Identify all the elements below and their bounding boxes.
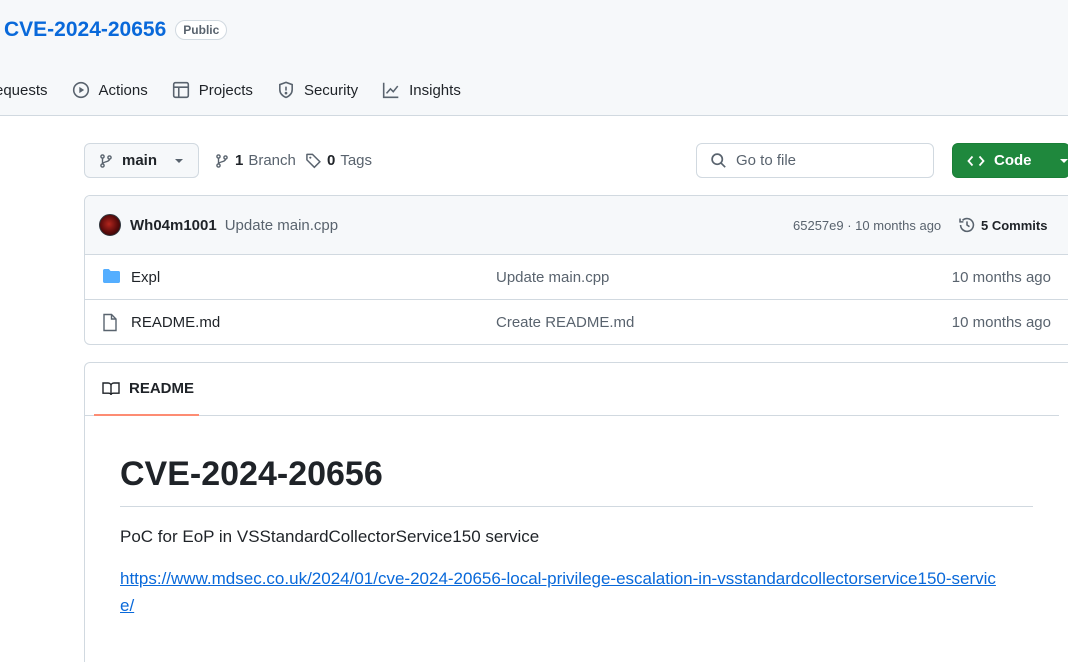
- play-icon: [72, 81, 90, 99]
- visibility-badge: Public: [175, 20, 227, 40]
- file-commit-message[interactable]: Update main.cpp: [496, 269, 609, 286]
- folder-icon: [102, 268, 121, 284]
- code-button[interactable]: Code: [952, 143, 1068, 178]
- tab-readme[interactable]: README: [94, 363, 199, 416]
- latest-commit-row: Wh04m1001 Update main.cpp 65257e9 · 10 m…: [85, 196, 1068, 255]
- commit-hash-time[interactable]: 65257e9 · 10 months ago: [793, 218, 941, 233]
- tab-projects-label: Projects: [199, 82, 253, 99]
- code-button-label: Code: [994, 152, 1032, 169]
- file-name[interactable]: Expl: [131, 269, 160, 286]
- readme-link[interactable]: https://www.mdsec.co.uk/2024/01/cve-2024…: [120, 565, 1000, 619]
- file-date: 10 months ago: [952, 314, 1051, 331]
- repo-header: CVE-2024-20656 Public equests Actions Pr…: [0, 0, 1068, 116]
- commits-count-label: 5 Commits: [981, 218, 1047, 233]
- branch-label: Branch: [248, 152, 296, 169]
- tab-projects[interactable]: Projects: [172, 72, 253, 108]
- commit-author[interactable]: Wh04m1001: [130, 217, 217, 234]
- avatar[interactable]: [99, 214, 121, 236]
- tab-insights[interactable]: Insights: [382, 72, 461, 108]
- file-commit-message[interactable]: Create README.md: [496, 314, 634, 331]
- caret-down-icon: [174, 158, 184, 164]
- readme-panel: README CVE-2024-20656 PoC for EoP in VSS…: [84, 362, 1068, 662]
- tags-link[interactable]: 0 Tags: [305, 143, 372, 178]
- table-row[interactable]: README.md Create README.md 10 months ago: [85, 300, 1068, 345]
- tab-security[interactable]: Security: [277, 72, 358, 108]
- tag-label: Tags: [340, 152, 372, 169]
- search-icon: [710, 152, 727, 169]
- code-icon: [967, 154, 985, 168]
- shield-icon: [277, 81, 295, 99]
- readme-tab-label: README: [129, 380, 194, 397]
- repo-name-link[interactable]: CVE-2024-20656: [4, 18, 166, 42]
- branch-name: main: [122, 152, 157, 169]
- branch-select-button[interactable]: main: [84, 143, 199, 178]
- branch-icon: [98, 153, 114, 169]
- file-name[interactable]: README.md: [131, 314, 220, 331]
- readme-heading: CVE-2024-20656: [120, 452, 1033, 507]
- tag-icon: [305, 152, 322, 169]
- branch-count: 1: [235, 152, 243, 169]
- tab-pull-requests[interactable]: equests: [0, 72, 48, 108]
- repo-title: CVE-2024-20656 Public: [4, 16, 227, 44]
- table-icon: [172, 81, 190, 99]
- tab-actions-label: Actions: [99, 82, 148, 99]
- tab-insights-label: Insights: [409, 82, 461, 99]
- tab-security-label: Security: [304, 82, 358, 99]
- table-row[interactable]: Expl Update main.cpp 10 months ago: [85, 255, 1068, 300]
- history-icon: [958, 216, 976, 234]
- book-icon: [102, 381, 120, 397]
- tab-actions[interactable]: Actions: [72, 72, 148, 108]
- commits-history-link[interactable]: 5 Commits: [958, 216, 1047, 234]
- branches-link[interactable]: 1 Branch: [214, 143, 296, 178]
- file-icon: [102, 313, 118, 332]
- tab-pull-requests-label: equests: [0, 82, 48, 99]
- commit-message[interactable]: Update main.cpp: [225, 217, 338, 234]
- tag-count: 0: [327, 152, 335, 169]
- file-table: Wh04m1001 Update main.cpp 65257e9 · 10 m…: [84, 195, 1068, 345]
- branch-icon: [214, 153, 230, 169]
- go-to-file-input[interactable]: [736, 152, 926, 169]
- caret-down-icon: [1059, 158, 1068, 164]
- readme-tabbar: README: [85, 363, 1059, 416]
- file-date: 10 months ago: [952, 269, 1051, 286]
- go-to-file-search[interactable]: [696, 143, 934, 178]
- readme-paragraph: PoC for EoP in VSStandardCollectorServic…: [120, 527, 1033, 547]
- graph-icon: [382, 81, 400, 99]
- readme-content: CVE-2024-20656 PoC for EoP in VSStandard…: [120, 452, 1033, 619]
- repo-nav-tabs: equests Actions Projects Security Insigh…: [0, 72, 485, 108]
